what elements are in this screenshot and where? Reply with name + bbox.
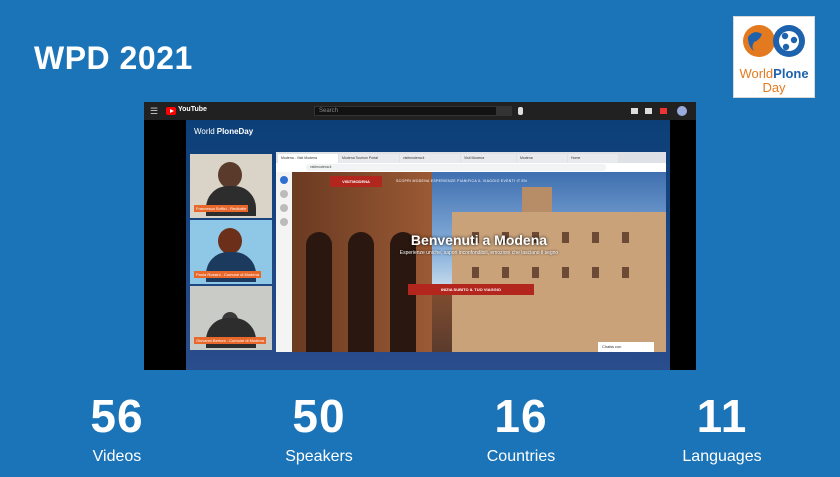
browser-tab[interactable]: visitmodena.it [400, 154, 460, 163]
palace-window [622, 267, 629, 278]
browser-tab[interactable]: Modena Tourism Portal [339, 154, 399, 163]
stream-stage: World PloneDay Francesca Soffici - Redtur… [186, 120, 670, 370]
visitmodena-page: VISITMODENA SCOPRI MODENA ESPERIENZE PIA… [292, 172, 666, 352]
palace-window [562, 267, 569, 278]
browser-tab[interactable]: Modena - Visit Modena [278, 154, 338, 163]
stat-value: 11 [696, 390, 748, 442]
browser-tabs: Modena - Visit Modena Modena Tourism Por… [276, 152, 666, 163]
stat-label: Languages [682, 448, 762, 465]
stat-value: 50 [292, 390, 346, 442]
participant-cameras: Francesca Soffici - Redturtle Paola Ross… [190, 154, 272, 350]
hero-title: Benvenuti a Modena [410, 232, 548, 248]
logo-word-plone: Plone [773, 66, 809, 81]
stat-countries: 16 Countries [441, 392, 601, 466]
folder-icon[interactable] [280, 190, 288, 198]
create-video-icon[interactable] [631, 108, 638, 114]
hero-subtitle: Esperienze uniche, sapori inconfondibili… [399, 250, 559, 256]
browser-tab[interactable]: Home [568, 154, 618, 163]
url-input[interactable]: visitmodena.it [306, 164, 606, 171]
notifications-icon[interactable] [660, 108, 667, 114]
browser-sidebar [276, 172, 293, 352]
hamburger-icon[interactable]: ☰ [150, 106, 158, 116]
stat-label: Videos [92, 448, 142, 465]
logo-word-day: Day [762, 80, 786, 95]
palace-window [502, 267, 509, 278]
search-icon[interactable] [496, 106, 512, 116]
youtube-logo-icon[interactable] [166, 107, 176, 115]
youtube-brand[interactable]: YouTube [178, 106, 207, 113]
arcade [292, 172, 432, 352]
participant-name: Francesca Soffici - Redturtle [194, 205, 249, 212]
stat-label: Countries [486, 448, 556, 465]
document-icon[interactable] [280, 204, 288, 212]
palace-window [472, 267, 479, 278]
participant-head [218, 162, 242, 188]
youtube-topbar: ☰ YouTube Search [144, 102, 696, 120]
logo-word-world: World [739, 66, 774, 81]
chat-widget[interactable]: Chatta con [598, 342, 654, 352]
compass-icon[interactable] [280, 176, 288, 184]
stream-brand: World PloneDay [194, 127, 254, 136]
stat-languages: 11 Languages [642, 392, 802, 466]
visitmodena-button[interactable]: VISITMODENA [330, 176, 382, 187]
apps-icon[interactable] [645, 108, 652, 114]
stat-value: 56 [90, 390, 144, 442]
video-screenshot: ☰ YouTube Search World PloneDay Francesca… [144, 102, 696, 370]
avatar[interactable] [677, 106, 687, 116]
participant-name: Giovanni Bertoni - Comune di Modena [194, 337, 267, 344]
stat-speakers: 50 Speakers [239, 392, 399, 466]
world-plone-day-logo: WorldPlone Day [733, 16, 815, 98]
palace-window [592, 267, 599, 278]
participant-video: Paola Rossini - Comune di Modena [190, 220, 272, 284]
site-navbar: VISITMODENA SCOPRI MODENA ESPERIENZE PIA… [292, 174, 666, 188]
site-menu[interactable]: SCOPRI MODENA ESPERIENZE PIANIFICA IL VI… [396, 179, 527, 183]
participant-head [218, 228, 242, 254]
shared-browser-window: Modena - Visit Modena Modena Tourism Por… [276, 152, 666, 352]
participant-name: Paola Rossini - Comune di Modena [194, 271, 261, 278]
stat-label: Speakers [285, 448, 353, 465]
browser-tab[interactable]: Visit Modena [461, 154, 516, 163]
more-icon[interactable] [280, 218, 288, 226]
browser-tab[interactable]: Modena [517, 154, 567, 163]
participant-video: Francesca Soffici - Redturtle [190, 154, 272, 218]
stat-videos: 56 Videos [37, 392, 197, 466]
logo-globes-icon [743, 25, 805, 57]
stat-value: 16 [494, 390, 548, 442]
start-trip-button[interactable]: INIZIA SUBITO IL TUO VIAGGIO [408, 284, 534, 295]
microphone-icon[interactable] [518, 107, 523, 115]
participant-video: Giovanni Bertoni - Comune di Modena [190, 286, 272, 350]
youtube-search-input[interactable]: Search [314, 106, 504, 116]
page-title: WPD 2021 [34, 40, 193, 76]
palace-window [532, 267, 539, 278]
